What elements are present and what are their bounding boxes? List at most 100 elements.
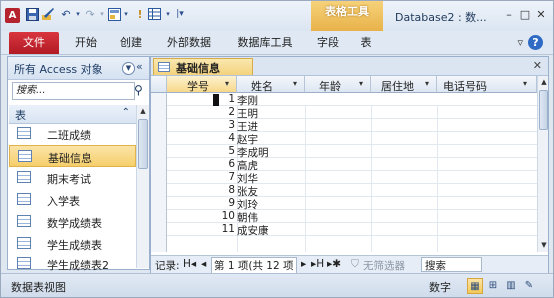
nav-item-enrollment[interactable]: 入学表: [9, 189, 136, 211]
nav-item-student-scores-2[interactable]: 学生成绩表2: [9, 253, 136, 275]
sort-filter-icon[interactable]: ▾: [293, 79, 297, 88]
close-document-icon[interactable]: ✕: [533, 59, 542, 72]
nav-collapse-icon[interactable]: «: [136, 60, 143, 73]
edit-icon[interactable]: [41, 7, 55, 21]
access-app-icon[interactable]: A: [5, 8, 20, 23]
column-header-name[interactable]: 姓名 ▾: [237, 76, 305, 93]
tab-table[interactable]: 表: [356, 34, 376, 52]
table-row[interactable]: 2 王明: [167, 106, 537, 120]
select-all-corner[interactable]: [151, 76, 167, 93]
new-record-button[interactable]: ▸✱: [327, 258, 341, 270]
cell-id[interactable]: 7: [167, 171, 235, 183]
search-icon[interactable]: ⚲: [134, 83, 143, 97]
sort-filter-icon[interactable]: ▾: [359, 79, 363, 88]
sort-filter-icon[interactable]: ▾: [425, 79, 429, 88]
column-header-label: 电话号码: [443, 80, 487, 93]
cell-id[interactable]: 8: [167, 184, 235, 196]
nav-item-basic-info[interactable]: 基础信息: [9, 145, 136, 167]
cell-id[interactable]: 6: [167, 158, 235, 170]
status-view-label: 数据表视图: [11, 281, 66, 294]
table-row[interactable]: 1 李刚: [167, 93, 537, 107]
cell-id[interactable]: 3: [167, 119, 235, 131]
tab-external-data[interactable]: 外部数据: [163, 34, 215, 52]
minimize-ribbon-icon[interactable]: ▿: [517, 36, 523, 49]
no-filter-button[interactable]: 无筛选器: [363, 258, 405, 273]
nav-group-tables[interactable]: 表 ⌃: [9, 105, 136, 124]
cell-id[interactable]: 1: [167, 93, 235, 105]
sort-filter-icon[interactable]: ▾: [225, 79, 229, 88]
tab-file[interactable]: 文件: [9, 32, 59, 54]
nav-item-label: 期末考试: [47, 173, 91, 186]
maximize-button[interactable]: □: [517, 7, 533, 23]
last-record-button[interactable]: ▸H: [311, 258, 324, 270]
table-row[interactable]: 5 李成明: [167, 145, 537, 159]
scroll-down-icon[interactable]: ▼: [539, 240, 549, 250]
nav-item-math-scores[interactable]: 数学成绩表: [9, 211, 136, 233]
current-record-field[interactable]: 第 1 项(共 12 项: [211, 257, 297, 274]
table-icon: [17, 171, 31, 183]
nav-item-label: 学生成绩表: [47, 239, 102, 252]
form-dropdown-icon[interactable]: ▾: [119, 7, 133, 21]
nav-scrollbar[interactable]: ▲: [136, 105, 149, 268]
filter-icon[interactable]: ⛉: [351, 258, 359, 271]
column-header-residence[interactable]: 居住地 ▾: [371, 76, 437, 93]
save-icon[interactable]: [25, 7, 39, 21]
title-bar: A ↶ ▾ ↷ ▾ ▾ ! ▾ |▾ 表格工具 Database2 : 数...…: [1, 1, 553, 31]
previous-record-button[interactable]: ◂: [201, 258, 206, 270]
customize-toolbar-icon[interactable]: |▾: [173, 7, 187, 21]
record-search-input[interactable]: 搜索: [421, 257, 482, 272]
design-view-icon[interactable]: ✎: [521, 278, 537, 294]
next-record-button[interactable]: ▸: [301, 258, 306, 270]
table-view-icon[interactable]: [147, 7, 161, 21]
run-icon[interactable]: !: [133, 7, 147, 21]
table-icon: [158, 62, 170, 72]
table-row[interactable]: 4 赵宇: [167, 132, 537, 146]
datasheet-view-icon[interactable]: ▦: [467, 278, 483, 294]
record-selector-column[interactable]: [151, 93, 167, 252]
scroll-thumb[interactable]: [138, 119, 148, 169]
scroll-thumb[interactable]: [539, 90, 548, 130]
pivottable-view-icon[interactable]: ⊞: [485, 278, 501, 294]
table-row[interactable]: 8 张友: [167, 184, 537, 198]
doc-tab-basic-info[interactable]: 基础信息: [153, 58, 253, 75]
sort-filter-icon[interactable]: ▾: [523, 79, 527, 88]
column-header-id[interactable]: 学号 ▾: [167, 76, 237, 93]
pivotchart-view-icon[interactable]: ▥: [503, 278, 519, 294]
table-row[interactable]: 9 刘玲: [167, 197, 537, 211]
window-title: Database2 : 数...: [395, 11, 487, 24]
collapse-group-icon[interactable]: ⌃: [122, 107, 130, 118]
nav-item-final-exam[interactable]: 期末考试: [9, 167, 136, 189]
nav-item-student-scores[interactable]: 学生成绩表: [9, 233, 136, 255]
table-row[interactable]: 11 成安康: [167, 223, 537, 238]
first-record-button[interactable]: H◂: [183, 258, 196, 270]
scroll-up-icon[interactable]: ▲: [539, 77, 549, 87]
datasheet-scrollbar[interactable]: ▲ ▼: [537, 76, 548, 252]
tab-database-tools[interactable]: 数据库工具: [233, 34, 297, 52]
nav-dropdown-icon[interactable]: ▼: [122, 62, 135, 75]
table-row[interactable]: 6 高虎: [167, 158, 537, 172]
cell-id[interactable]: 9: [167, 197, 235, 209]
table-row[interactable]: 3 王进: [167, 119, 537, 133]
table-row[interactable]: 10 朝伟: [167, 210, 537, 224]
cell-id[interactable]: 5: [167, 145, 235, 157]
help-icon[interactable]: ?: [528, 35, 543, 50]
tab-fields[interactable]: 字段: [313, 34, 343, 52]
cell-id[interactable]: 4: [167, 132, 235, 144]
table-row[interactable]: 7 刘华: [167, 171, 537, 185]
cell-id[interactable]: 2: [167, 106, 235, 118]
column-header-phone[interactable]: 电话号码 ▾: [437, 76, 537, 93]
cell-id[interactable]: 10: [167, 210, 235, 222]
minimize-button[interactable]: –: [501, 7, 517, 23]
cell-name[interactable]: 成安康: [237, 223, 269, 238]
nav-search-input[interactable]: 搜索...: [12, 82, 135, 100]
column-header-label: 学号: [187, 80, 209, 93]
tab-home[interactable]: 开始: [71, 34, 101, 52]
scroll-up-icon[interactable]: ▲: [138, 106, 148, 116]
column-header-age[interactable]: 年龄 ▾: [305, 76, 371, 93]
nav-item-label: 二班成绩: [47, 129, 91, 142]
cell-id[interactable]: 11: [167, 223, 235, 235]
nav-header[interactable]: 所有 Access 对象 ▼ «: [8, 57, 149, 80]
nav-item-class2-scores[interactable]: 二班成绩: [9, 123, 136, 145]
tab-create[interactable]: 创建: [116, 34, 146, 52]
close-button[interactable]: ✕: [533, 7, 549, 23]
